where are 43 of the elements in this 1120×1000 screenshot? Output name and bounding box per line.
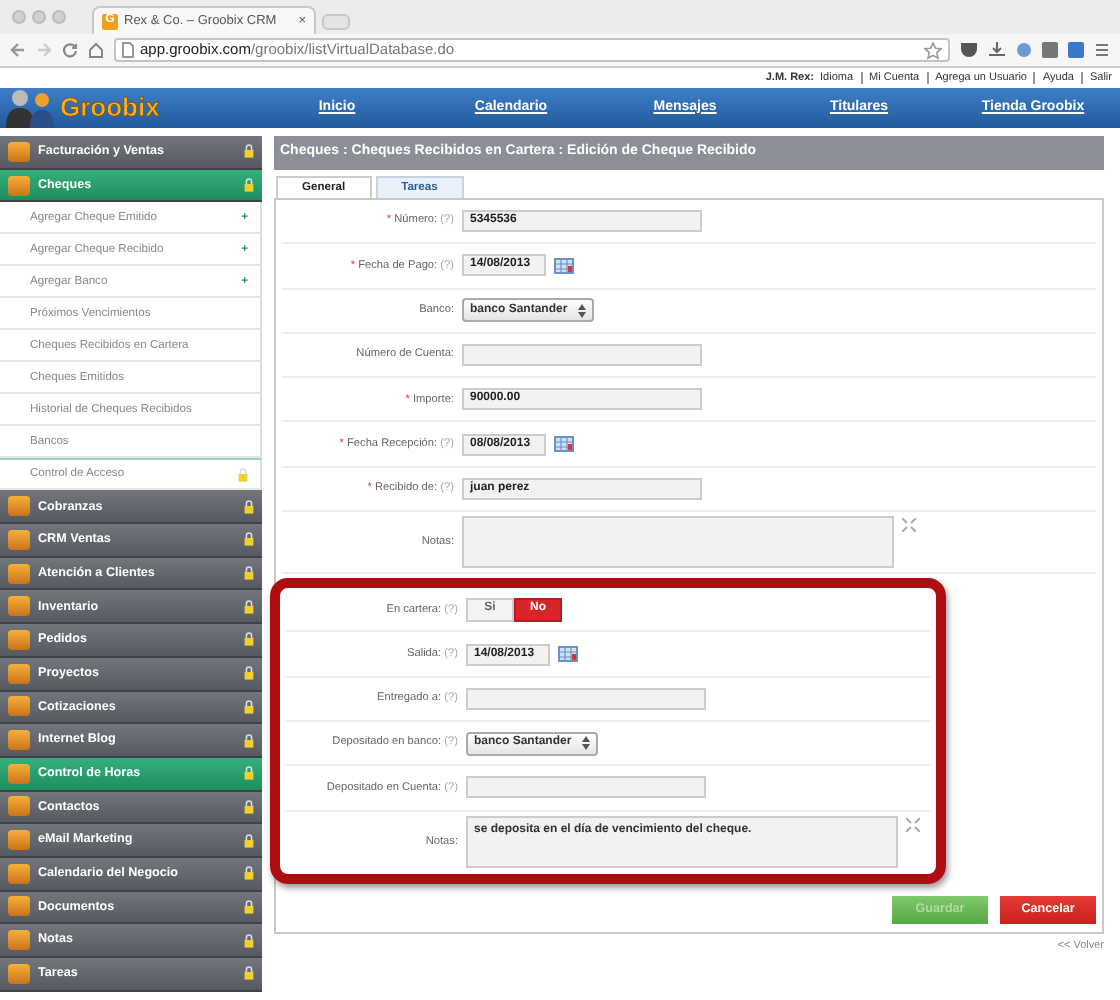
menu-item-icon (8, 563, 30, 584)
calendar-icon[interactable] (558, 646, 578, 663)
menu-item-icon (8, 141, 30, 162)
menu-item-icon (8, 696, 30, 717)
menu-item-icon (8, 730, 30, 751)
menu-item-icon (8, 529, 30, 550)
menu-item-icon (8, 963, 30, 984)
new-tab-button[interactable] (322, 14, 350, 30)
menu-item-icon (8, 830, 30, 851)
textarea-field[interactable] (462, 516, 894, 569)
input-field[interactable] (466, 776, 706, 799)
menu-item-icon (8, 663, 30, 684)
expand-icon[interactable] (906, 817, 920, 832)
input-field[interactable] (466, 687, 706, 710)
back-icon[interactable] (10, 42, 26, 58)
menu-item-icon (8, 596, 30, 617)
separator-icon (1079, 72, 1084, 84)
menu-item-icon (8, 496, 30, 517)
updown-arrow-icon (577, 303, 586, 318)
menu-item-icon (8, 796, 30, 817)
logo-text: Groobix (60, 90, 160, 127)
menu-item-icon (8, 896, 30, 917)
download-icon[interactable] (988, 42, 1006, 58)
separator-icon (1032, 72, 1037, 84)
separator-icon (859, 72, 864, 84)
mascot-drawing (4, 88, 56, 128)
calendar-icon[interactable] (554, 436, 574, 453)
expand-icon[interactable] (902, 518, 916, 533)
star-icon (924, 41, 942, 59)
separator-icon (925, 72, 930, 84)
input-field[interactable] (462, 344, 702, 367)
menu-item-icon (8, 930, 30, 951)
menu-icon[interactable] (1094, 42, 1110, 58)
menu-item-icon (8, 863, 30, 884)
page-icon (122, 42, 134, 58)
reload-icon[interactable] (62, 42, 78, 58)
calendar-icon[interactable] (554, 257, 574, 274)
menu-item-icon (8, 629, 30, 650)
updown-arrow-icon (581, 736, 590, 751)
menu-item-icon (8, 175, 30, 196)
home-icon[interactable] (88, 42, 104, 58)
menu-item-icon (8, 763, 30, 784)
forward-icon[interactable] (36, 42, 52, 58)
